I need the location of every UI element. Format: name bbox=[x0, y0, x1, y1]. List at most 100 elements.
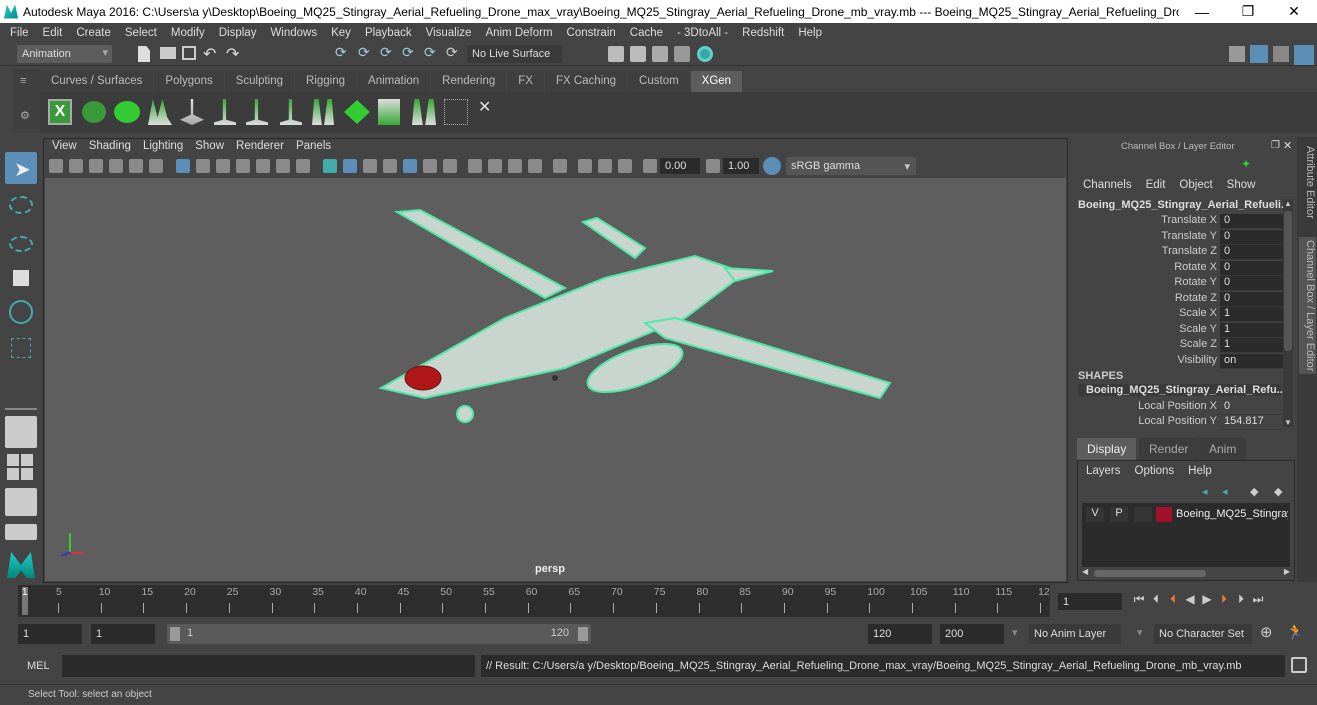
safe-title-icon[interactable] bbox=[296, 159, 310, 173]
shelf-tab-custom[interactable]: Custom bbox=[628, 71, 690, 92]
move-layer-down-icon[interactable]: ◂ bbox=[1222, 485, 1228, 498]
move-tool[interactable] bbox=[5, 262, 37, 294]
layer-tab-display[interactable]: Display bbox=[1077, 438, 1137, 460]
hscroll-thumb[interactable] bbox=[1094, 570, 1206, 577]
layer-display-type-toggle[interactable] bbox=[1134, 507, 1152, 522]
restore-button[interactable]: ❐ bbox=[1225, 3, 1271, 20]
script-editor-icon[interactable] bbox=[1291, 657, 1307, 673]
grooming-icon[interactable] bbox=[344, 100, 370, 124]
2d-pan-zoom-icon[interactable] bbox=[129, 159, 143, 173]
multisample-aa-icon[interactable] bbox=[508, 159, 522, 173]
animation-start-field[interactable]: 1 bbox=[18, 624, 82, 644]
tool-settings-icon[interactable] bbox=[1273, 46, 1289, 62]
graph-persp-layout[interactable] bbox=[5, 524, 37, 540]
shape-channel-row[interactable]: Local Position Y 154.817 bbox=[1073, 415, 1283, 430]
open-scene-icon[interactable] bbox=[160, 47, 176, 59]
redo-icon[interactable]: ↷ bbox=[226, 44, 239, 64]
snap-to-view-icon[interactable]: ⟳ bbox=[424, 44, 436, 61]
layer-hscrollbar[interactable]: ◀ ▶ bbox=[1082, 567, 1290, 579]
move-layer-up-icon[interactable]: ◂ bbox=[1202, 485, 1208, 498]
layer-tab-render[interactable]: Render bbox=[1139, 438, 1199, 460]
live-surface-field[interactable]: No Live Surface bbox=[467, 45, 562, 63]
layer-color-swatch[interactable] bbox=[1156, 507, 1172, 522]
isolate-select-icon[interactable] bbox=[553, 159, 567, 173]
menu-anim-deform[interactable]: Anim Deform bbox=[478, 27, 559, 39]
menu-create[interactable]: Create bbox=[69, 27, 118, 39]
guide-length-icon[interactable] bbox=[378, 99, 400, 125]
normalize-guides-icon[interactable] bbox=[444, 99, 468, 125]
select-camera-icon[interactable] bbox=[49, 159, 63, 173]
range-end-handle[interactable] bbox=[578, 627, 588, 641]
rebuild-guides-icon[interactable] bbox=[312, 99, 334, 125]
bake-guides-icon[interactable] bbox=[412, 99, 436, 125]
panel-menu-renderer[interactable]: Renderer bbox=[230, 140, 290, 155]
smooth-shade-icon[interactable] bbox=[343, 159, 357, 173]
character-set-dropdown[interactable]: No Character Set bbox=[1154, 624, 1252, 644]
lasso-tool[interactable] bbox=[5, 190, 37, 222]
channel-row[interactable]: Scale Y1 bbox=[1073, 322, 1283, 338]
shadows-icon[interactable] bbox=[443, 159, 457, 173]
close-button[interactable]: ✕ bbox=[1271, 3, 1317, 20]
shape-channel-row[interactable]: Local Position X0 bbox=[1073, 400, 1283, 415]
resolution-gate-icon[interactable] bbox=[216, 159, 230, 173]
time-slider[interactable]: 1 5 10 15 20 25 30 35 40 45 50 55 60 65 70 75 80 85 90 95 10… bbox=[18, 585, 1050, 617]
xgen-editor-icon[interactable]: X bbox=[48, 99, 72, 125]
shelf-tab-polygons[interactable]: Polygons bbox=[154, 71, 224, 92]
exposure-field[interactable]: 0.00 bbox=[660, 158, 700, 174]
channel-value[interactable]: 154.817 bbox=[1220, 415, 1283, 430]
channel-value[interactable]: 1 bbox=[1220, 307, 1283, 322]
channel-row[interactable]: Rotate Z0 bbox=[1073, 291, 1283, 307]
gamma-icon[interactable] bbox=[706, 159, 720, 173]
channel-row[interactable]: Rotate X0 bbox=[1073, 260, 1283, 276]
selected-object-name[interactable]: Boeing_MQ25_Stingray_Aerial_Refueli... bbox=[1078, 199, 1290, 211]
animation-end-field[interactable]: 200 bbox=[940, 624, 1004, 644]
default-material-icon[interactable] bbox=[363, 159, 377, 173]
minimize-button[interactable]: — bbox=[1179, 4, 1225, 20]
delete-guides-icon[interactable]: ✕ bbox=[478, 97, 491, 117]
menu-cache[interactable]: Cache bbox=[623, 27, 670, 39]
shelf-tab-fx-caching[interactable]: FX Caching bbox=[544, 71, 628, 92]
ipr-render-icon[interactable] bbox=[652, 46, 668, 62]
range-start-handle[interactable] bbox=[170, 627, 180, 641]
object-menu[interactable]: Object bbox=[1179, 179, 1212, 191]
menu-help[interactable]: Help bbox=[791, 27, 829, 39]
menu-key[interactable]: Key bbox=[324, 27, 358, 39]
menu-windows[interactable]: Windows bbox=[263, 27, 324, 39]
layer-name[interactable]: Boeing_MQ25_Stingray_A bbox=[1176, 508, 1288, 520]
scroll-right-icon[interactable]: ▶ bbox=[1284, 567, 1290, 576]
select-by-hierarchy-icon[interactable]: ⟳ bbox=[335, 44, 347, 61]
channel-value[interactable]: 0 bbox=[1220, 214, 1283, 229]
options-menu[interactable]: Options bbox=[1135, 465, 1175, 477]
depth-of-field-icon[interactable] bbox=[528, 159, 542, 173]
scroll-left-icon[interactable]: ◀ bbox=[1082, 567, 1088, 576]
play-forwards-icon[interactable]: ▶ bbox=[1200, 592, 1214, 606]
show-menu[interactable]: Show bbox=[1227, 179, 1256, 191]
gate-mask-icon[interactable] bbox=[236, 159, 250, 173]
channel-value[interactable]: on bbox=[1220, 353, 1283, 369]
layers-menu[interactable]: Layers bbox=[1086, 465, 1121, 477]
textured-icon[interactable] bbox=[403, 159, 417, 173]
channel-value[interactable]: 0 bbox=[1220, 276, 1283, 291]
play-backwards-icon[interactable]: ◀ bbox=[1183, 592, 1197, 606]
shelf-gear-icon[interactable]: ⚙ bbox=[20, 109, 30, 122]
hide-primitives-icon[interactable] bbox=[114, 101, 140, 123]
menu-constrain[interactable]: Constrain bbox=[560, 27, 623, 39]
single-perspective-layout[interactable] bbox=[5, 416, 37, 448]
menu-modify[interactable]: Modify bbox=[164, 27, 212, 39]
save-scene-icon[interactable] bbox=[182, 46, 196, 60]
exposure-icon[interactable] bbox=[643, 159, 657, 173]
menu-select[interactable]: Select bbox=[118, 27, 164, 39]
channel-box-tab[interactable]: Channel Box / Layer Editor bbox=[1299, 237, 1316, 375]
undo-icon[interactable]: ↶ bbox=[203, 44, 216, 64]
current-frame-field[interactable]: 1 bbox=[1058, 593, 1122, 610]
maya-home-icon[interactable] bbox=[5, 550, 37, 582]
select-by-object-icon[interactable]: ⟳ bbox=[358, 44, 370, 61]
screen-space-ao-icon[interactable] bbox=[468, 159, 482, 173]
select-guide-icon[interactable] bbox=[246, 99, 268, 125]
channel-row[interactable]: Rotate Y0 bbox=[1073, 276, 1283, 291]
channel-value[interactable]: 0 bbox=[1220, 245, 1283, 260]
edit-menu[interactable]: Edit bbox=[1146, 179, 1166, 191]
color-space-dropdown[interactable]: sRGB gamma ▾ bbox=[786, 157, 916, 175]
shelf-tab-curves-surfaces[interactable]: Curves / Surfaces bbox=[40, 71, 154, 92]
lock-guide-icon[interactable] bbox=[280, 99, 302, 125]
